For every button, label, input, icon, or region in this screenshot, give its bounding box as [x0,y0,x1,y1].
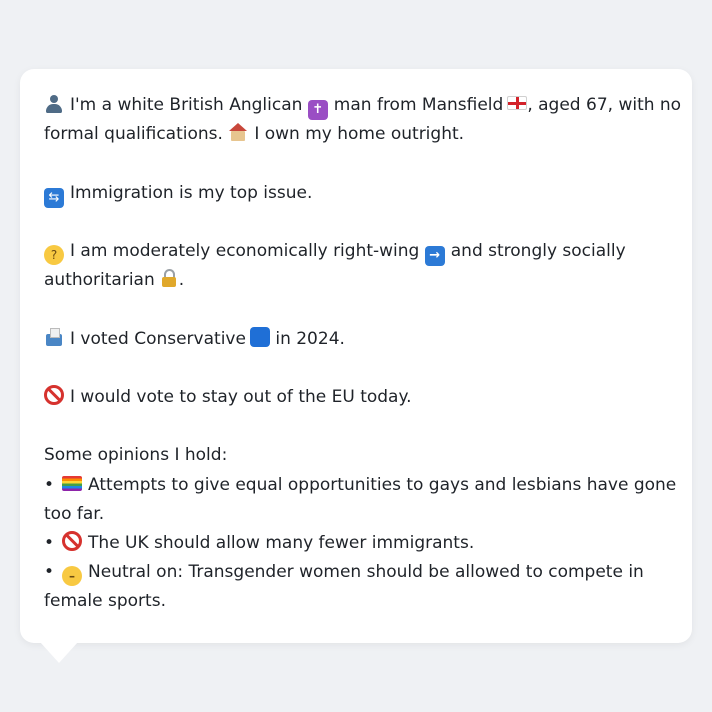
top-issue-line: ⇆ Immigration is my top issue. [44,179,668,208]
intro-text-3: , aged 67, with no [527,95,682,115]
bullet: • [44,532,55,553]
person-silhouette-icon [44,93,64,113]
ideology-text-4: . [178,270,185,291]
thinking-face-icon: ? [44,244,64,265]
opinion-item-1: • Attempts to give equal opportunities to… [44,471,676,500]
ideology-text-2: and strongly socially [450,240,626,261]
intro-line-2: formal qualifications. I own my home out… [44,120,668,149]
opinion-1-line-2: too far. [44,503,105,524]
prohibited-icon [62,530,83,551]
message-bubble: I'm a white British Anglican ✝ man from M… [20,69,692,643]
bullet: • [44,562,55,583]
opinion-item-2: • The UK should allow many fewer immigran… [44,529,668,558]
opinion-item-3: • – Neutral on: Transgender women should b… [44,558,668,587]
opinion-3-line-1: Neutral on: Transgender women should be … [88,562,644,583]
vote-line: I voted Conservative in 2024. [44,325,668,354]
england-flag-icon [507,96,528,110]
right-arrow-icon: → [424,245,445,266]
opinion-item-1-cont: too far. [44,500,668,529]
blue-square-icon [249,326,270,347]
opinions-heading: Some opinions I hold: [44,445,228,466]
neutral-face-icon: – [62,566,83,587]
opinion-2-line-1: The UK should allow many fewer immigrant… [88,532,475,553]
vote-text-2: in 2024. [275,328,345,349]
intro-text-5: I own my home outright. [254,124,465,145]
latin-cross-icon: ✝ [307,100,328,120]
intro-text-1: I'm a white British Anglican [70,95,303,115]
eu-line: I would vote to stay out of the EU today… [44,383,668,412]
passport-control-icon: ⇆ [44,187,64,208]
eu-text: I would vote to stay out of the EU today… [70,386,412,407]
intro-text-4: formal qualifications. [44,124,223,145]
opinion-3-line-2: female sports. [44,591,166,612]
ideology-line-2: authoritarian. [44,266,668,295]
intro-text-2: man from Mansfield [333,95,504,115]
rainbow-flag-icon [62,475,83,491]
top-issue-text: Immigration is my top issue. [70,182,313,203]
ideology-text-3: authoritarian [44,270,155,291]
lock-icon [159,268,179,288]
ballot-box-icon [44,327,64,347]
opinion-1-line-1: Attempts to give equal opportunities to … [88,474,677,495]
speech-bubble-tail [40,642,78,663]
bullet: • [44,474,55,495]
ideology-text-1: I am moderately economically right-wing [70,240,420,261]
opinion-item-3-cont: female sports. [44,587,668,616]
ideology-line-1: ? I am moderately economically right-wing… [44,237,668,266]
prohibited-icon [44,384,64,405]
vote-text-1: I voted Conservative [70,328,246,349]
intro-line-1: I'm a white British Anglican ✝ man from M… [44,91,681,120]
house-icon [228,122,248,142]
